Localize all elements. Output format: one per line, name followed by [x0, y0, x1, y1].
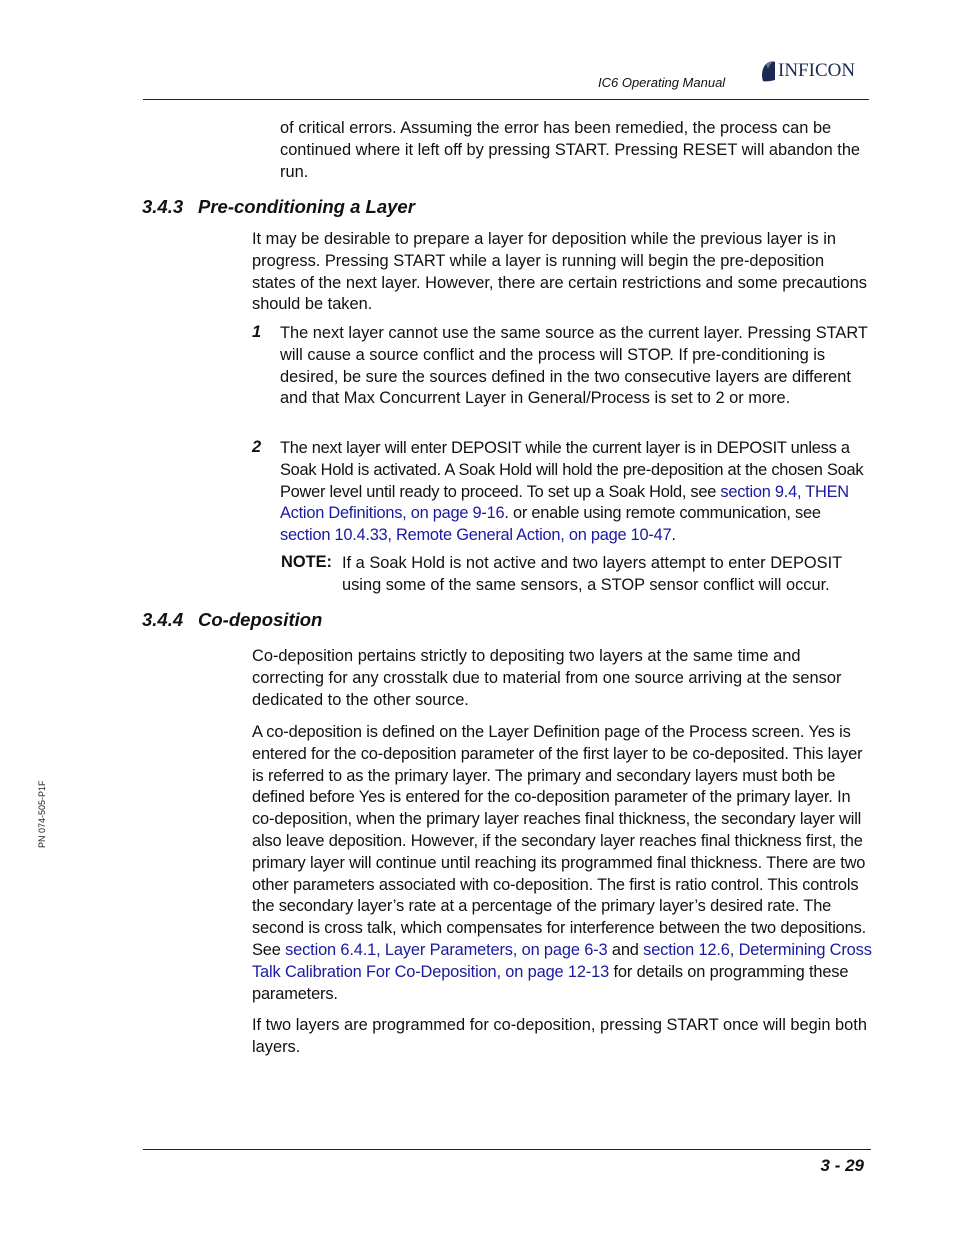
section-number: 3.4.4: [142, 609, 184, 630]
note-label: NOTE:: [281, 553, 332, 571]
note-text: If a Soak Hold is not active and two lay…: [342, 554, 842, 594]
section-344-paragraph-3: If two layers are programmed for co-depo…: [252, 1016, 867, 1056]
section-number: 3.4.3: [142, 196, 184, 217]
footer-rule: [143, 1149, 871, 1150]
page-number: 3 - 29: [820, 1156, 864, 1175]
link-section-6-4-1[interactable]: section 6.4.1, Layer Parameters, on page…: [285, 941, 607, 959]
section-343-paragraph: It may be desirable to prepare a layer f…: [252, 230, 867, 314]
link-section-10-4-33[interactable]: section 10.4.33, Remote General Action, …: [280, 526, 672, 544]
section-heading-344: 3.4.4 Co-deposition: [142, 609, 322, 631]
section-title: Co-deposition: [198, 609, 323, 630]
section-title: Pre-conditioning a Layer: [198, 196, 415, 217]
text: and: [607, 940, 644, 959]
part-number: PN 074-505-P1F: [37, 780, 47, 848]
list-item-text: The next layer cannot use the same sourc…: [280, 324, 868, 408]
list-item-number: 1: [252, 323, 262, 341]
inficon-logo-mark-icon: [762, 61, 775, 82]
text: . or enable using remote communication, …: [504, 504, 821, 523]
logo-text: INFICON: [778, 60, 856, 81]
header-rule: [143, 99, 869, 100]
text: .: [671, 526, 676, 545]
text: A co-deposition is defined on the Layer …: [252, 723, 867, 959]
section-344-paragraph-1: Co-deposition pertains strictly to depos…: [252, 647, 842, 709]
inficon-logo: INFICON: [760, 60, 855, 82]
section-heading-343: 3.4.3 Pre-conditioning a Layer: [142, 196, 415, 218]
list-item-number: 2: [252, 438, 262, 456]
section-344-paragraph-2: A co-deposition is defined on the Layer …: [252, 722, 872, 1005]
manual-title: IC6 Operating Manual: [598, 75, 726, 90]
intro-paragraph: of critical errors. Assuming the error h…: [280, 119, 861, 181]
list-item-text: The next layer will enter DEPOSIT while …: [280, 438, 872, 547]
